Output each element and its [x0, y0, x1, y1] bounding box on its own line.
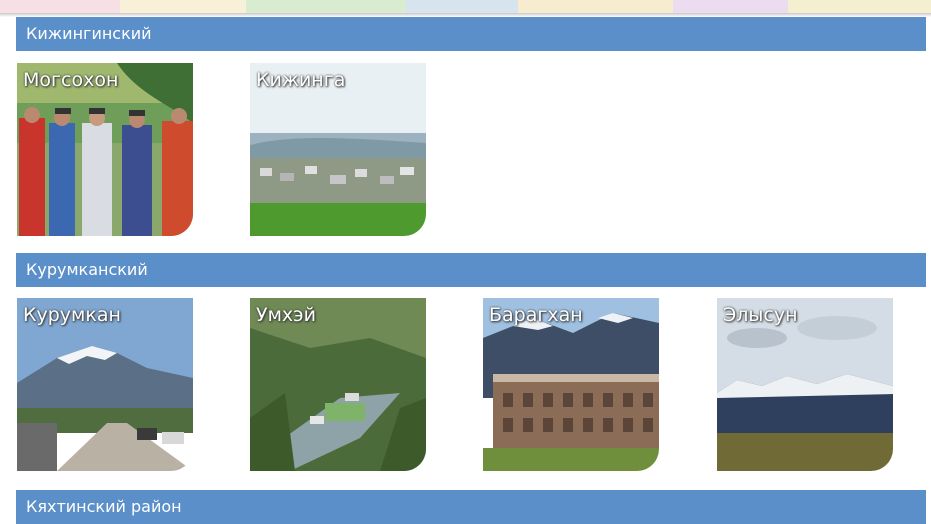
- place-card-baragkhan[interactable]: Барагхан: [483, 298, 659, 471]
- place-card-kizhinga[interactable]: Кижинга: [250, 63, 426, 236]
- place-card-elysun[interactable]: Элысун: [717, 298, 893, 471]
- place-card-umkhey[interactable]: Умхэй: [250, 298, 426, 471]
- place-name: Курумкан: [23, 304, 121, 326]
- place-name: Умхэй: [256, 304, 316, 326]
- place-name: Могсохон: [23, 69, 119, 91]
- place-name: Барагхан: [489, 304, 583, 326]
- place-name: Кижинга: [256, 69, 346, 91]
- place-name: Элысун: [723, 304, 798, 326]
- section-header-kyakhta: Кяхтинский район: [16, 490, 926, 524]
- section-header-kizhinga: Кижингинский: [16, 17, 926, 51]
- section-header-kurumkan: Курумканский: [16, 253, 926, 287]
- place-card-mogsokhon[interactable]: Могсохон: [17, 63, 193, 236]
- place-card-kurumkan[interactable]: Курумкан: [17, 298, 193, 471]
